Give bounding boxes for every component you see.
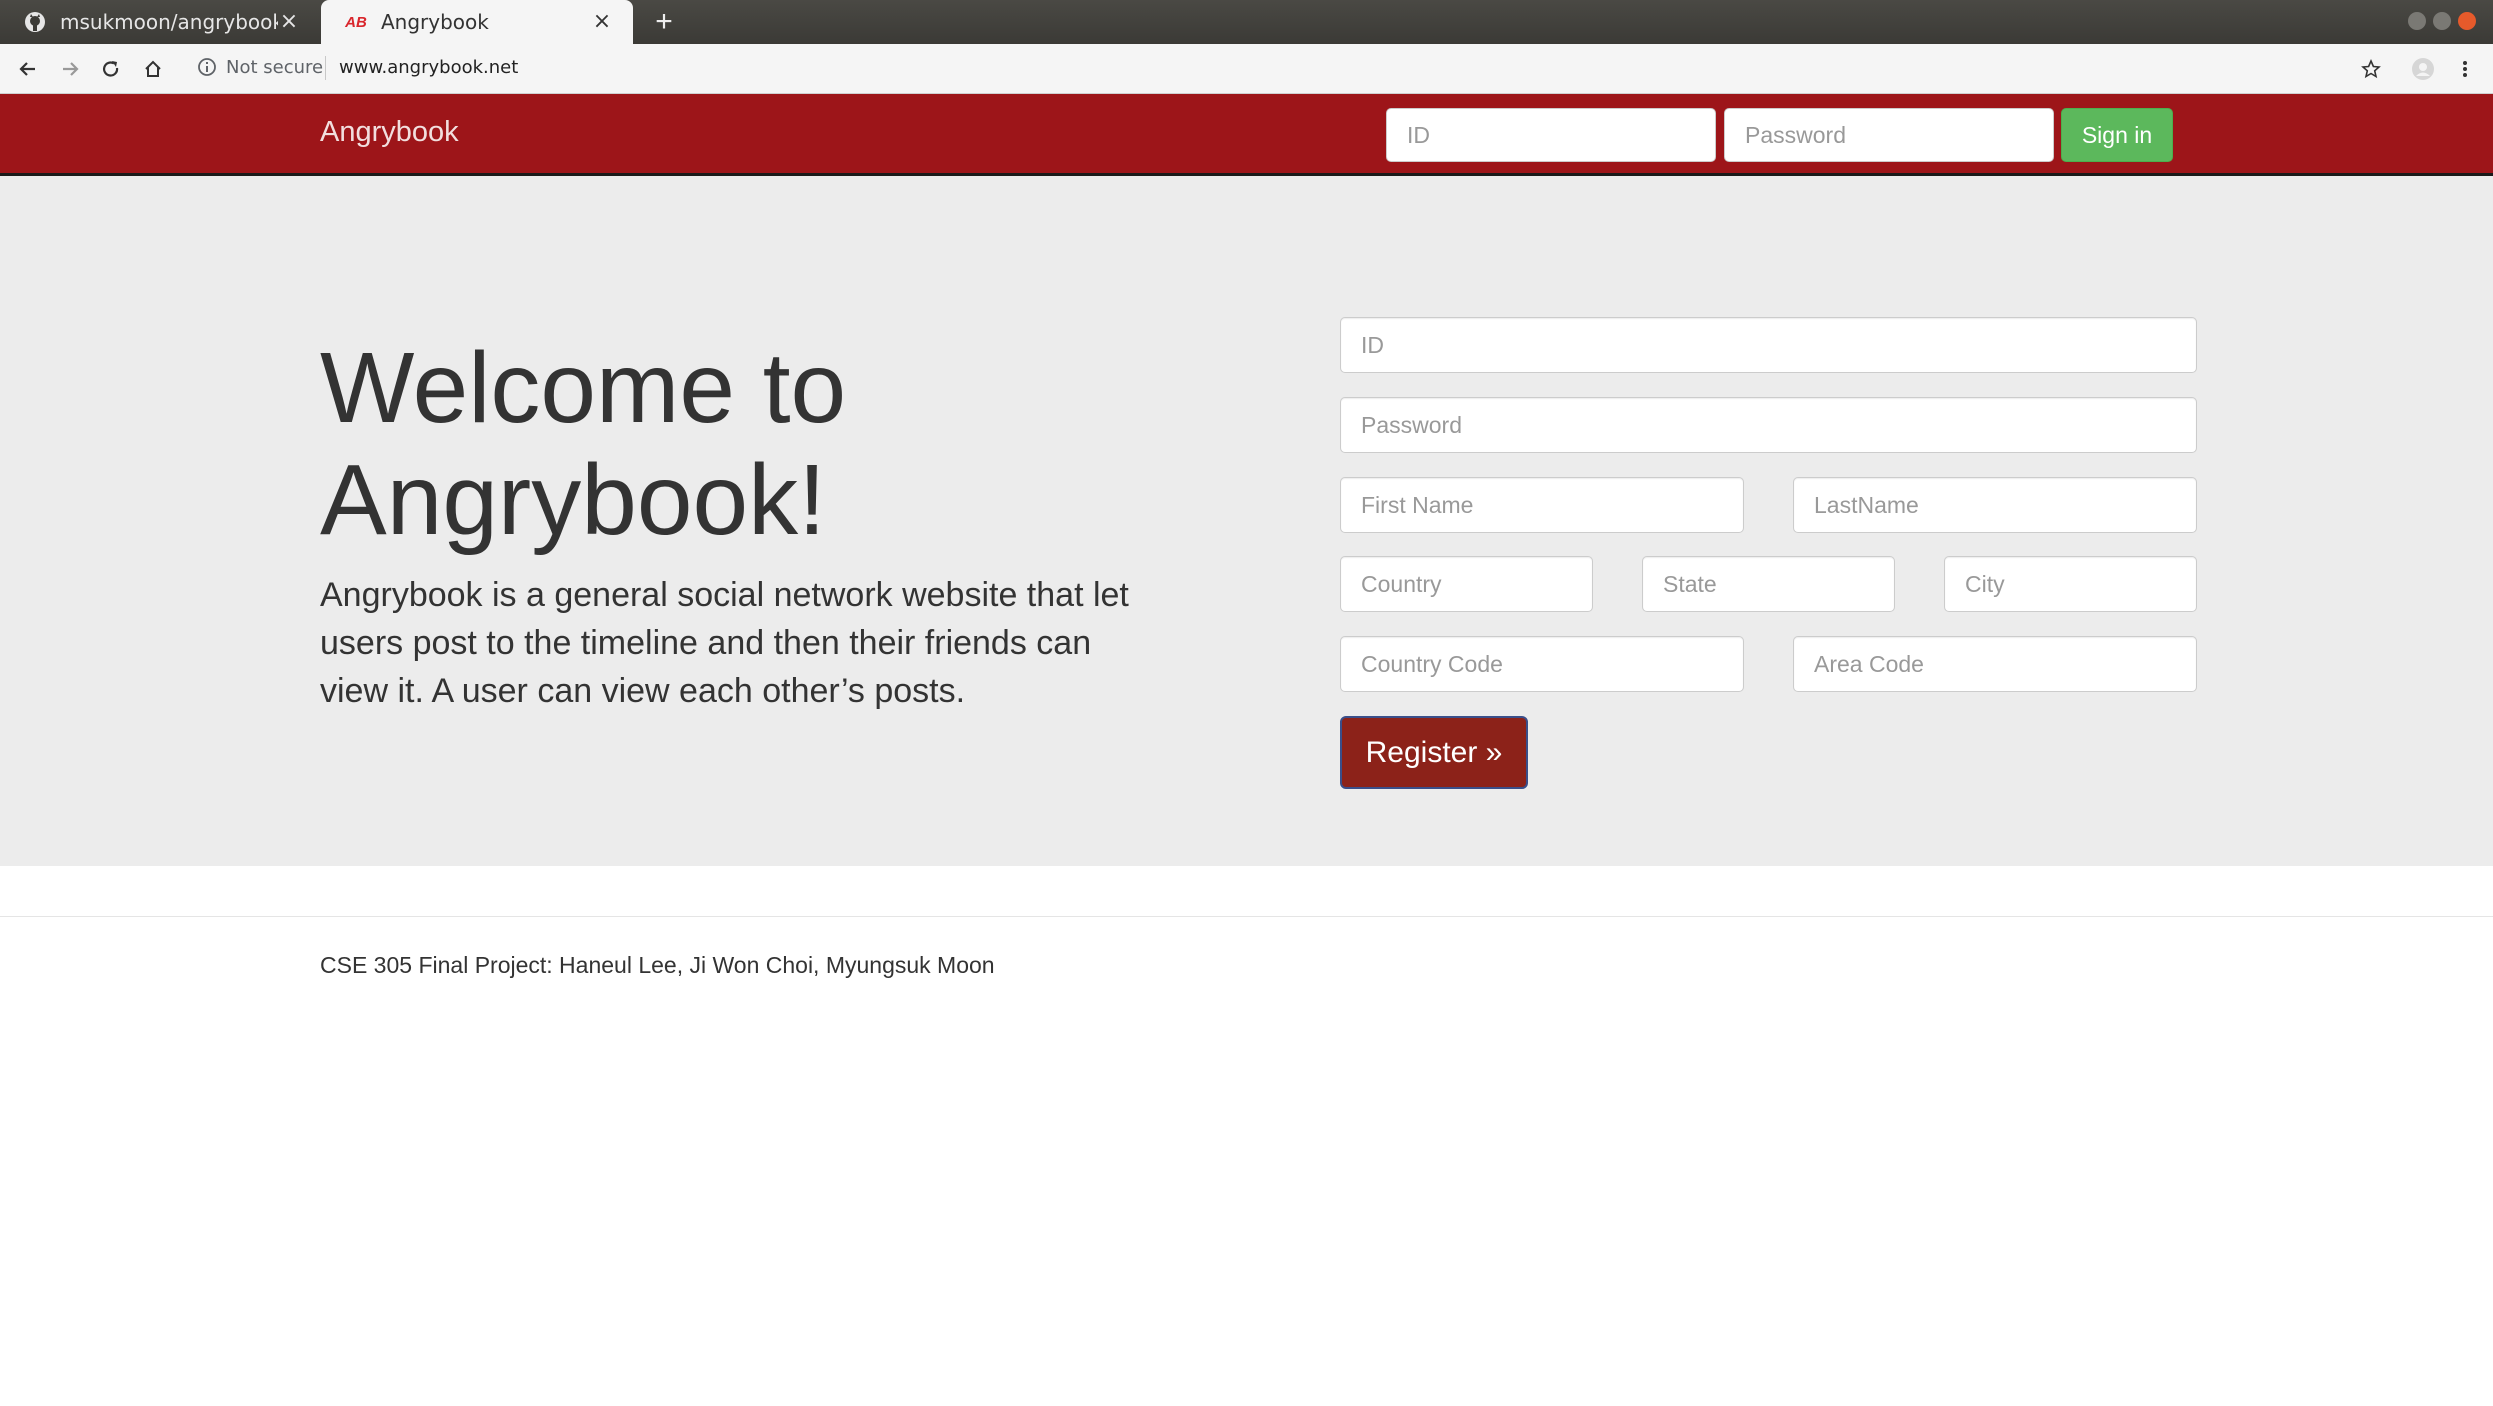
last-name-input[interactable]	[1793, 477, 2197, 533]
country-input[interactable]	[1340, 556, 1593, 612]
jumbotron: Welcome to Angrybook! Angrybook is a gen…	[0, 176, 2493, 866]
footer-divider	[0, 916, 2493, 917]
home-icon[interactable]	[140, 56, 166, 82]
first-name-input[interactable]	[1340, 477, 1744, 533]
close-window-icon[interactable]	[2458, 12, 2476, 30]
area-code-input[interactable]	[1793, 636, 2197, 692]
tab-github[interactable]: msukmoon/angrybook ×	[0, 0, 320, 44]
bookmark-star-icon[interactable]	[2358, 56, 2384, 82]
site-navbar: Angrybook Sign in	[0, 94, 2493, 176]
page-title: Welcome to Angrybook!	[320, 332, 847, 556]
github-icon	[24, 11, 46, 33]
tab-title: Angrybook	[381, 10, 489, 34]
info-icon[interactable]	[196, 56, 218, 78]
signin-password-input[interactable]	[1724, 108, 2054, 162]
back-arrow-icon[interactable]	[15, 56, 41, 82]
brand-link[interactable]: Angrybook	[320, 116, 459, 149]
close-tab-icon[interactable]: ×	[591, 11, 613, 33]
site-description: Angrybook is a general social network we…	[320, 576, 1129, 710]
menu-kebab-icon[interactable]	[2452, 56, 2478, 82]
signin-button[interactable]: Sign in	[2061, 108, 2173, 162]
maximize-window-icon[interactable]	[2433, 12, 2451, 30]
forward-arrow-icon[interactable]	[57, 56, 83, 82]
angrybook-favicon: AB	[345, 13, 367, 31]
register-password-input[interactable]	[1340, 397, 2197, 453]
minimize-window-icon[interactable]	[2408, 12, 2426, 30]
close-tab-icon[interactable]: ×	[278, 11, 300, 33]
browser-toolbar: Not secure www.angrybook.net	[0, 44, 2493, 94]
city-input[interactable]	[1944, 556, 2197, 612]
tab-angrybook[interactable]: AB Angrybook ×	[321, 0, 633, 44]
url-text[interactable]: www.angrybook.net	[339, 57, 518, 78]
omnibox-divider	[325, 56, 326, 80]
signin-id-input[interactable]	[1386, 108, 1716, 162]
browser-tab-strip: msukmoon/angrybook × AB Angrybook × +	[0, 0, 2493, 44]
tab-title: msukmoon/angrybook	[60, 10, 278, 34]
footer-credits: CSE 305 Final Project: Haneul Lee, Ji Wo…	[320, 952, 995, 978]
register-button[interactable]: Register »	[1340, 716, 1528, 789]
reload-icon[interactable]	[98, 56, 124, 82]
new-tab-button[interactable]: +	[648, 6, 680, 38]
state-input[interactable]	[1642, 556, 1895, 612]
register-id-input[interactable]	[1340, 317, 2197, 373]
profile-avatar-icon[interactable]	[2410, 56, 2436, 82]
security-label[interactable]: Not secure	[226, 57, 323, 78]
country-code-input[interactable]	[1340, 636, 1744, 692]
